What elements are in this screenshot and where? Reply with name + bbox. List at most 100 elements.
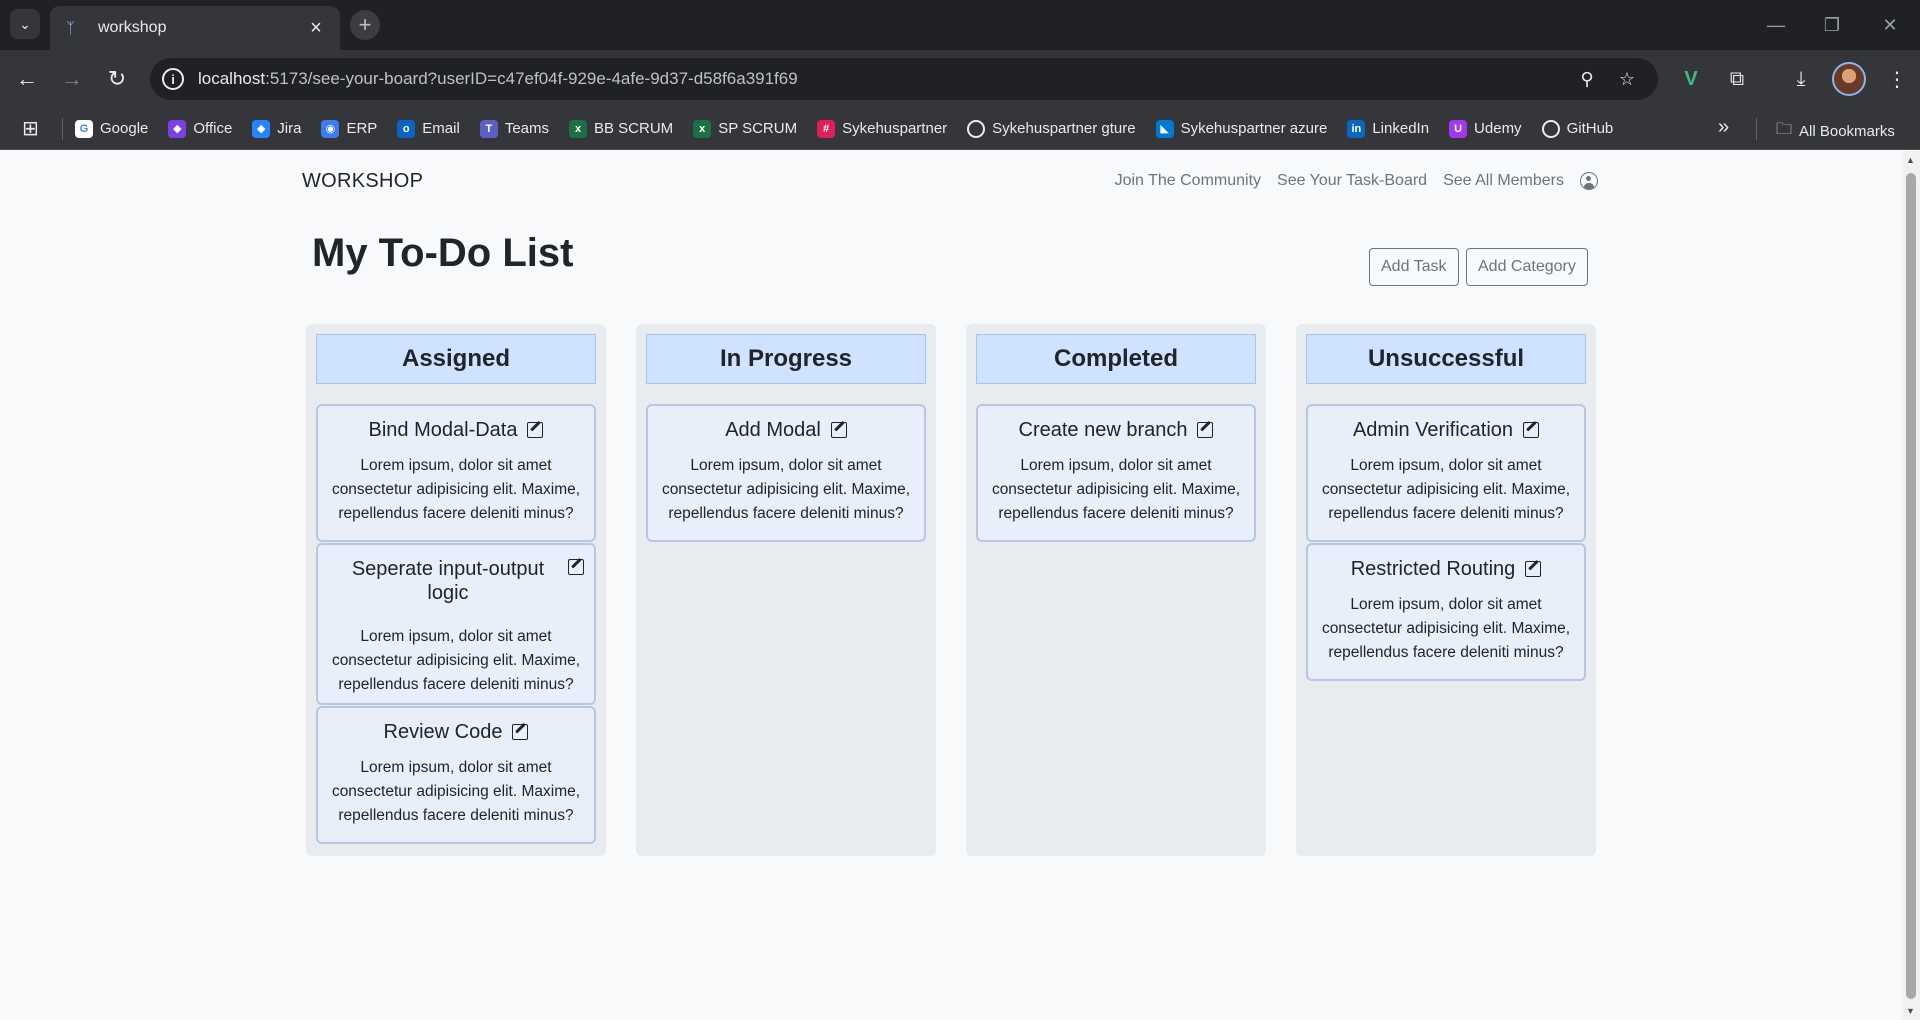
- bookmark-label: ERP: [346, 120, 378, 137]
- bookmark-github[interactable]: ● GitHub: [1541, 119, 1613, 138]
- column-header: In Progress: [646, 334, 926, 384]
- nav-link-all-members[interactable]: See All Members: [1443, 172, 1564, 190]
- edit-icon[interactable]: [831, 422, 847, 438]
- apps-grid-icon[interactable]: ⊞: [22, 116, 42, 141]
- arrow-right-icon: →: [61, 66, 83, 91]
- task-card[interactable]: Bind Modal-Data Lorem ipsum, dolor sit am…: [316, 404, 596, 542]
- github-icon: ●: [967, 119, 986, 138]
- column-header: Unsuccessful: [1306, 334, 1586, 384]
- bookmark-label: Google: [100, 120, 149, 137]
- site-navbar: WORKSHOP Join The Community See Your Tas…: [302, 165, 1598, 197]
- scroll-up-icon[interactable]: ▲: [1906, 155, 1915, 165]
- task-title: Add Modal: [725, 419, 821, 441]
- edit-icon[interactable]: [527, 422, 543, 438]
- edit-icon[interactable]: [1197, 422, 1213, 438]
- bookmark-label: Email: [422, 120, 460, 137]
- browser-toolbar: ← → ↻ i localhost:5173/see-your-board?us…: [0, 50, 1920, 108]
- bookmark-jira[interactable]: ◆ Jira: [252, 119, 301, 138]
- bookmark-label: Sykehuspartner: [842, 120, 948, 137]
- bookmark-sp-scrum[interactable]: x SP SCRUM: [693, 119, 798, 138]
- bookmark-label: SP SCRUM: [718, 120, 798, 137]
- outlook-icon: o: [397, 119, 416, 138]
- edit-icon[interactable]: [1523, 422, 1539, 438]
- scroll-down-icon[interactable]: ▼: [1906, 1006, 1915, 1016]
- all-bookmarks-button[interactable]: 🗀 All Bookmarks: [1776, 118, 1895, 145]
- download-icon[interactable]: ⤓: [1786, 64, 1816, 94]
- profile-avatar[interactable]: [1832, 62, 1866, 96]
- plus-icon: +: [358, 12, 372, 37]
- scrollbar-thumb[interactable]: [1906, 173, 1916, 999]
- page-viewport: WORKSHOP Join The Community See Your Tas…: [0, 151, 1902, 1020]
- more-bookmarks-icon[interactable]: »: [1718, 116, 1729, 139]
- bookmark-erp[interactable]: ◉ ERP: [321, 119, 378, 138]
- nav-link-task-board[interactable]: See Your Task-Board: [1277, 172, 1427, 190]
- bookmarks-divider: [62, 117, 63, 140]
- forward-button[interactable]: →: [55, 62, 89, 96]
- tab-favicon-icon: ᛉ: [66, 19, 76, 37]
- brand-logo[interactable]: WORKSHOP: [302, 170, 423, 193]
- close-icon[interactable]: ×: [304, 17, 328, 40]
- bookmarks-bar: ⊞ G Google ◆ Office ◆ Jira ◉ ERP o Email T Teams x BB…: [0, 108, 1920, 150]
- task-card[interactable]: Review Code Lorem ipsum, dolor sit amet c…: [316, 706, 596, 844]
- new-tab-button[interactable]: +: [350, 10, 380, 40]
- browser-tab[interactable]: ᛉ workshop ×: [50, 6, 340, 50]
- page-scrollbar[interactable]: ▲ ▼: [1902, 151, 1920, 1020]
- bookmark-sykehuspartner-gture[interactable]: ● Sykehuspartner gture: [967, 119, 1136, 138]
- bookmark-email[interactable]: o Email: [397, 119, 460, 138]
- github-icon: ●: [1541, 119, 1560, 138]
- task-description: Lorem ipsum, dolor sit amet consectetur …: [661, 457, 911, 522]
- more-menu-icon[interactable]: ⋮: [1882, 64, 1912, 94]
- edit-icon[interactable]: [568, 559, 584, 575]
- site-info-icon[interactable]: i: [162, 68, 184, 90]
- azure-devops-icon: ◣: [1155, 119, 1174, 138]
- task-title: Restricted Routing: [1350, 558, 1516, 580]
- task-card[interactable]: Admin Verification Lorem ipsum, dolor sit…: [1306, 404, 1586, 542]
- edit-icon[interactable]: [1525, 561, 1541, 577]
- nav-link-join-community[interactable]: Join The Community: [1115, 172, 1261, 190]
- teams-icon: T: [479, 119, 498, 138]
- task-title: Seperate input-output logic: [351, 558, 545, 604]
- bookmark-label: BB SCRUM: [594, 120, 674, 137]
- back-button[interactable]: ←: [10, 62, 44, 96]
- task-description: Lorem ipsum, dolor sit amet consectetur …: [991, 457, 1241, 522]
- slack-icon: #: [817, 119, 836, 138]
- page-title: My To-Do List: [312, 231, 574, 275]
- extensions-icon[interactable]: ⧉: [1722, 64, 1752, 94]
- arrow-left-icon: ←: [16, 66, 38, 91]
- task-card[interactable]: Restricted Routing Lorem ipsum, dolor sit…: [1306, 543, 1586, 681]
- bookmark-office[interactable]: ◆ Office: [168, 119, 232, 138]
- bookmark-udemy[interactable]: U Udemy: [1449, 119, 1522, 138]
- column-completed: Completed Create new branch Lorem ipsum, d…: [966, 324, 1266, 856]
- google-icon: G: [75, 119, 93, 138]
- tab-search-button[interactable]: ⌄: [10, 9, 40, 39]
- bookmark-sykehuspartner-azure[interactable]: ◣ Sykehuspartner azure: [1155, 119, 1327, 138]
- task-card[interactable]: Create new branch Lorem ipsum, dolor sit …: [976, 404, 1256, 542]
- vue-devtools-extension-icon[interactable]: V: [1676, 64, 1706, 94]
- task-title: Admin Verification: [1352, 419, 1514, 441]
- bookmark-label: LinkedIn: [1372, 120, 1430, 137]
- reload-button[interactable]: ↻: [100, 62, 134, 96]
- bookmark-star-icon[interactable]: ☆: [1614, 66, 1640, 92]
- zoom-icon[interactable]: ⚲: [1574, 66, 1600, 92]
- office-icon: ◆: [168, 119, 187, 138]
- bookmark-linkedin[interactable]: in LinkedIn: [1347, 119, 1430, 138]
- bookmark-bb-scrum[interactable]: x BB SCRUM: [569, 119, 674, 138]
- task-card[interactable]: Seperate input-output logic Lorem ipsum, …: [316, 543, 596, 705]
- bookmark-label: Sykehuspartner gture: [992, 120, 1136, 137]
- add-task-button[interactable]: Add Task: [1369, 248, 1459, 286]
- address-bar[interactable]: i localhost:5173/see-your-board?userID=c…: [150, 58, 1658, 100]
- user-profile-icon[interactable]: [1580, 172, 1598, 190]
- restore-window-button[interactable]: ❐: [1814, 10, 1850, 40]
- edit-icon[interactable]: [512, 724, 528, 740]
- bookmark-label: Udemy: [1474, 120, 1522, 137]
- bookmark-google[interactable]: G Google: [75, 119, 149, 138]
- task-description: Lorem ipsum, dolor sit amet consectetur …: [331, 759, 581, 824]
- close-window-button[interactable]: ✕: [1872, 10, 1908, 40]
- minimize-window-button[interactable]: —: [1758, 10, 1794, 40]
- column-assigned: Assigned Bind Modal-Data Lorem ipsum, dolo…: [306, 324, 606, 856]
- bookmark-teams[interactable]: T Teams: [479, 119, 549, 138]
- task-card[interactable]: Add Modal Lorem ipsum, dolor sit amet con…: [646, 404, 926, 542]
- column-in-progress: In Progress Add Modal Lorem ipsum, dolor s…: [636, 324, 936, 856]
- add-category-button[interactable]: Add Category: [1466, 248, 1588, 286]
- bookmark-sykehuspartner[interactable]: # Sykehuspartner: [817, 119, 948, 138]
